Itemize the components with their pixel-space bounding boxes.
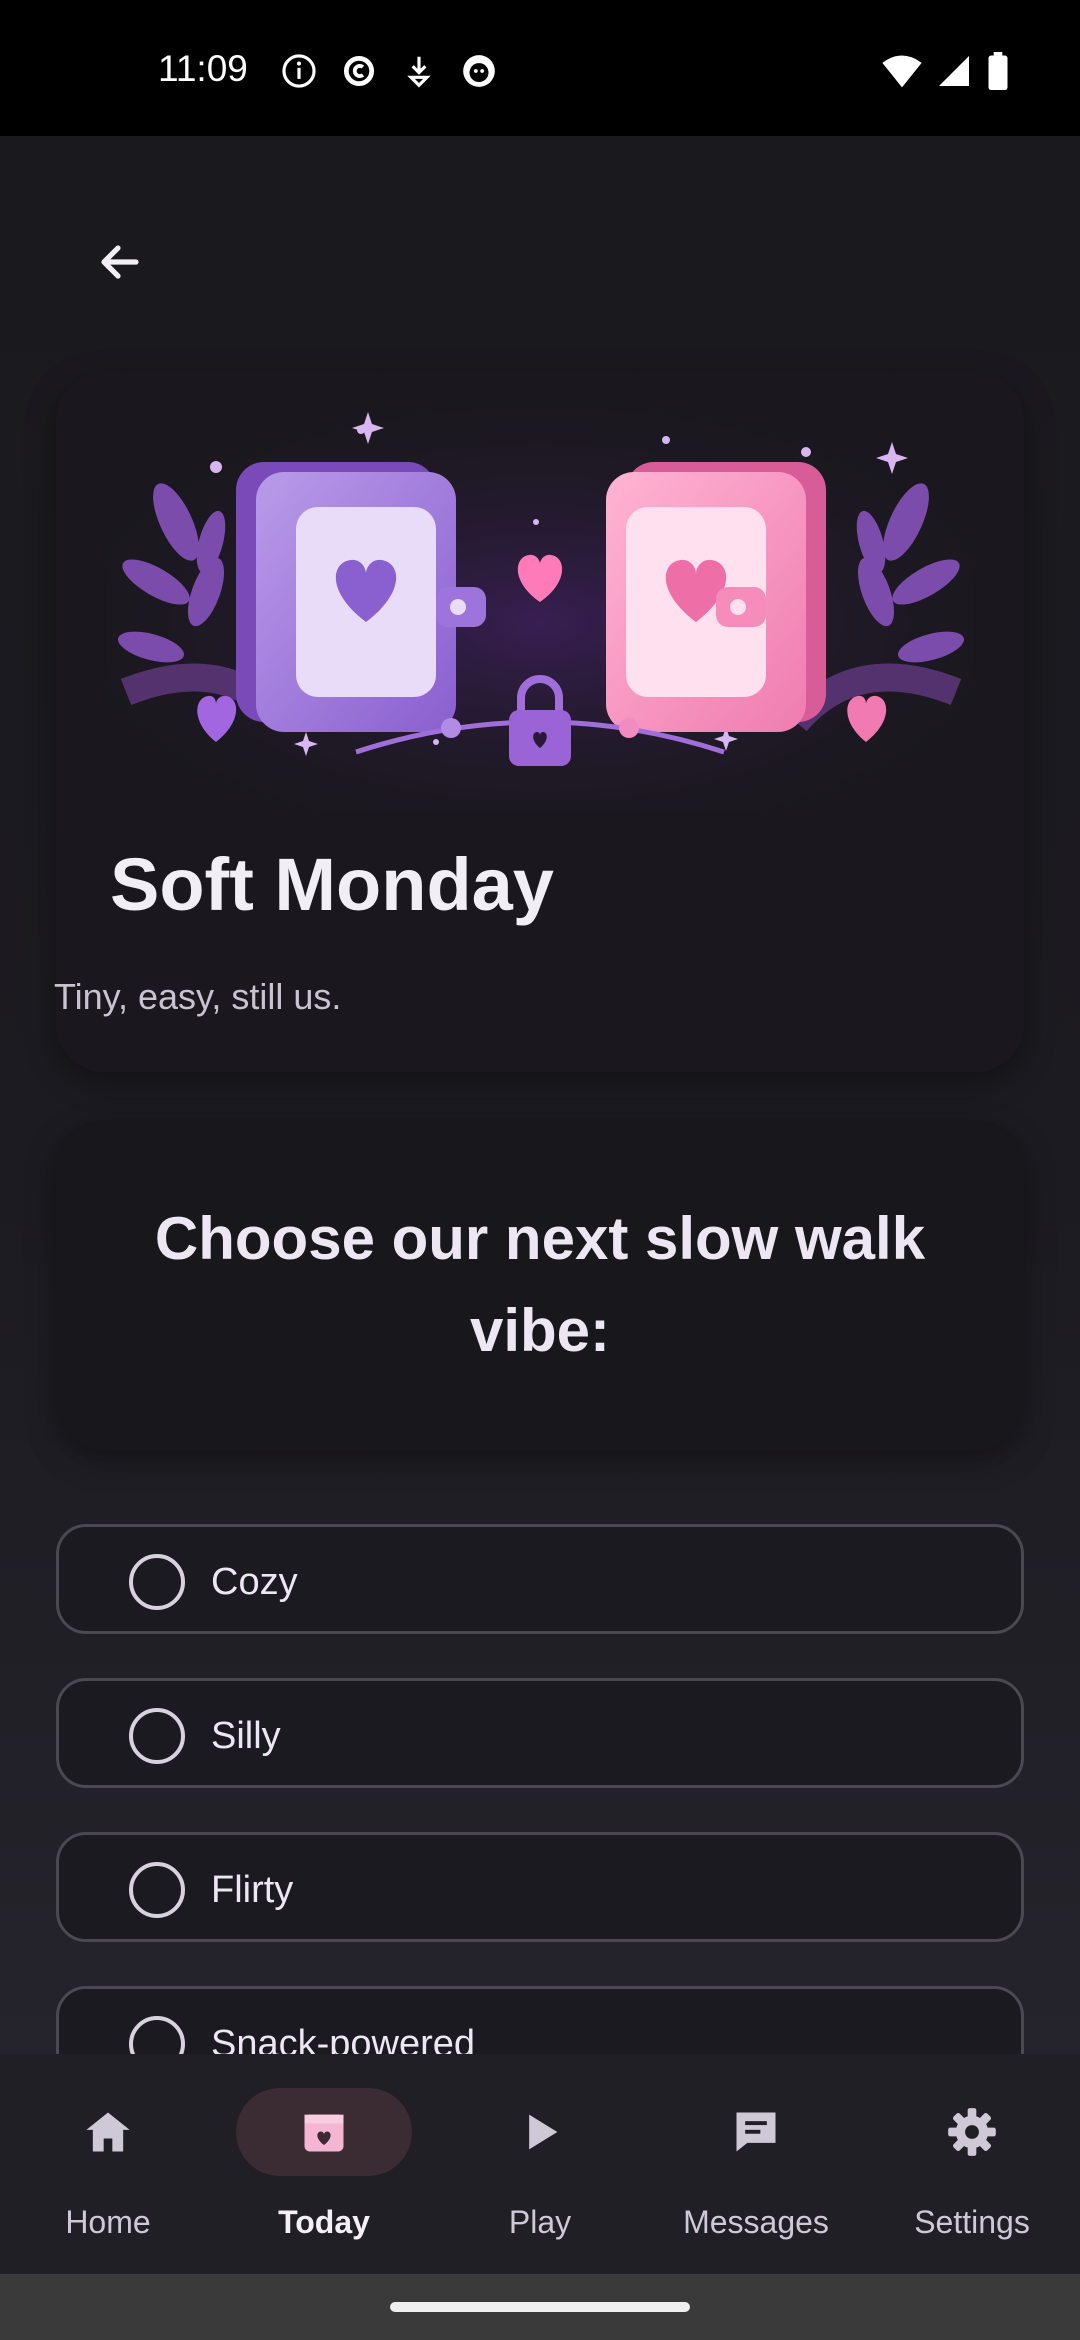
- play-icon: [529, 2114, 558, 2150]
- gear-icon: [948, 2108, 996, 2156]
- nav-label: Today: [278, 2204, 370, 2240]
- nav-label: Play: [508, 2204, 572, 2240]
- today-screen: Soft Monday Tiny, easy, still us. Choose…: [0, 136, 1080, 2054]
- nav-label: Settings: [914, 2204, 1030, 2240]
- option-silly[interactable]: Silly: [56, 1678, 1024, 1788]
- back-button[interactable]: [84, 226, 156, 298]
- home-icon: [86, 2112, 130, 2152]
- option-label: Flirty: [211, 1869, 294, 1911]
- signal-icon: [939, 56, 969, 86]
- nav-item-play[interactable]: Play: [432, 2054, 648, 2274]
- question-text: Choose our next slow walk vibe:: [154, 1205, 926, 1364]
- nav-item-settings[interactable]: Settings: [864, 2054, 1080, 2274]
- copyright-icon: [343, 55, 375, 87]
- hero-title: Soft Monday: [110, 843, 554, 926]
- option-label: Cozy: [211, 1561, 298, 1603]
- hero-subtitle: Tiny, easy, still us.: [54, 976, 342, 1017]
- face-icon: [463, 55, 495, 87]
- status-time: 11:09: [158, 48, 248, 89]
- option-flirty[interactable]: Flirty: [56, 1832, 1024, 1942]
- status-system-icons: [882, 52, 1010, 90]
- calendar-heart-icon: [304, 2114, 344, 2152]
- option-label: Snack-powered: [211, 2023, 476, 2054]
- nav-item-home[interactable]: Home: [0, 2054, 216, 2274]
- question-card: Choose our next slow walk vibe:: [56, 1120, 1024, 1450]
- hero-card: Soft Monday: [56, 372, 1024, 1072]
- battery-icon: [988, 52, 1008, 90]
- nav-item-today[interactable]: Today: [216, 2054, 432, 2274]
- radio-button[interactable]: [129, 1708, 185, 1764]
- journals-illustration: [106, 392, 974, 812]
- nav-label: Home: [65, 2204, 151, 2240]
- radio-button[interactable]: [129, 1554, 185, 1610]
- home-gesture-bar[interactable]: [390, 2302, 690, 2312]
- nav-item-messages[interactable]: Messages: [648, 2054, 864, 2274]
- message-icon: [736, 2112, 776, 2152]
- radio-button[interactable]: [129, 2016, 185, 2054]
- bottom-navigation: Home Today Play Messages Settings: [0, 2054, 1080, 2274]
- gesture-navigation-area: [0, 2274, 1080, 2340]
- nav-label: Messages: [683, 2204, 829, 2240]
- wifi-icon: [882, 55, 922, 88]
- option-label: Silly: [211, 1715, 281, 1757]
- info-icon: [282, 54, 316, 88]
- option-snack-powered[interactable]: Snack-powered: [56, 1986, 1024, 2054]
- status-notification-icons: [280, 52, 498, 90]
- arrow-left-icon: [101, 245, 139, 279]
- radio-button[interactable]: [129, 1862, 185, 1918]
- option-cozy[interactable]: Cozy: [56, 1524, 1024, 1634]
- download-icon: [407, 56, 431, 88]
- status-bar: 11:09: [0, 0, 1080, 136]
